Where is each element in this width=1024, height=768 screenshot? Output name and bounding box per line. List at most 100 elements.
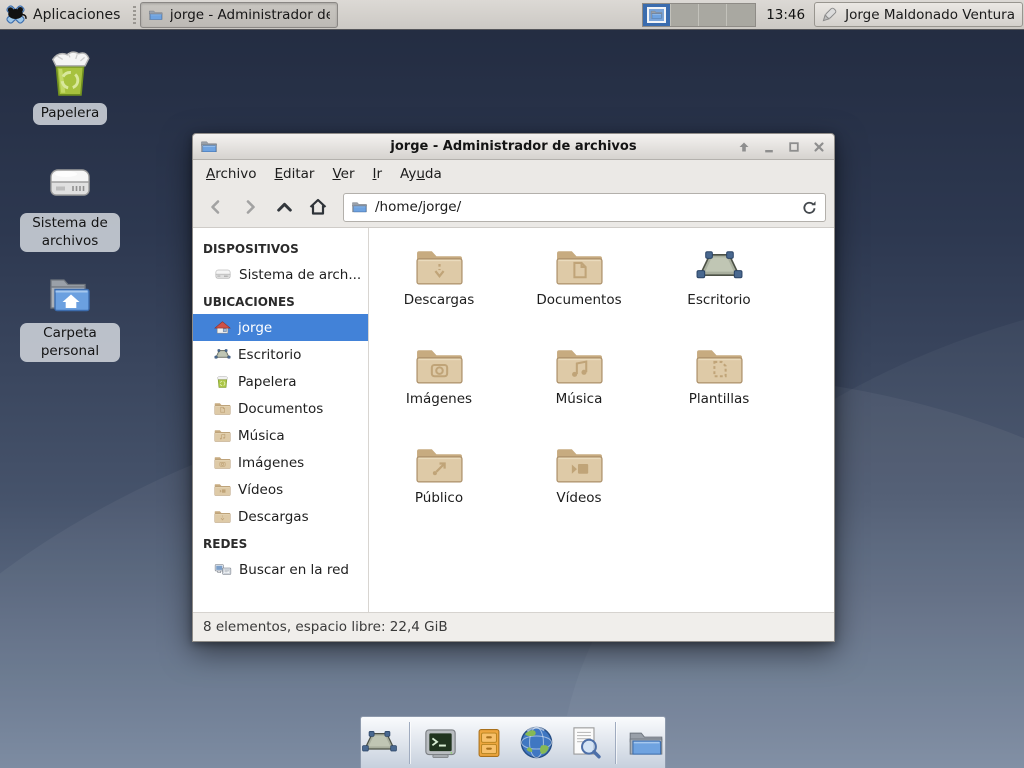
- location-path[interactable]: /home/jorge/: [375, 199, 794, 215]
- workspace-window-preview: [647, 7, 666, 23]
- desktop-icon-home-folder[interactable]: Carpeta personal: [12, 270, 128, 362]
- folder-icon: [351, 200, 368, 214]
- shade-button[interactable]: [736, 139, 752, 155]
- window-titlebar[interactable]: jorge - Administrador de archivos: [193, 134, 834, 160]
- dock-separator: [409, 722, 410, 764]
- desktop-icon-filesystem[interactable]: Sistema de archivos: [12, 160, 128, 252]
- web-browser-globe-icon: [518, 724, 555, 761]
- folder-downloads-icon: [415, 246, 464, 287]
- folder-public-icon: [415, 444, 464, 485]
- home-button[interactable]: [303, 193, 333, 222]
- file-manager-window: jorge - Administrador de archivos Archiv…: [192, 133, 835, 642]
- home-folder-icon: [45, 270, 95, 318]
- clock[interactable]: 13:46: [766, 7, 805, 23]
- folder-music-icon: [214, 428, 231, 443]
- taskbar-window-label: jorge - Administrador de...: [170, 7, 331, 23]
- menu-archivo[interactable]: Archivo: [197, 162, 265, 186]
- trash-icon: [214, 374, 231, 389]
- sidebar-header-places: UBICACIONES: [193, 288, 368, 314]
- status-text: 8 elementos, espacio libre: 22,4 GiB: [203, 619, 448, 635]
- file-icon-view[interactable]: Descargas Documentos Escritorio Imágenes…: [369, 228, 834, 612]
- reload-icon[interactable]: [801, 199, 818, 216]
- file-cabinet-icon: [472, 725, 506, 761]
- file-musica[interactable]: Música: [509, 341, 649, 440]
- sidebar-item-descargas[interactable]: Descargas: [193, 503, 368, 530]
- web-browser-launcher[interactable]: [518, 722, 555, 764]
- search-document-icon: [567, 724, 604, 761]
- toolbar: /home/jorge/: [193, 187, 834, 228]
- file-documentos[interactable]: Documentos: [509, 242, 649, 341]
- applications-menu-label: Aplicaciones: [33, 7, 120, 23]
- workspace-3[interactable]: [699, 4, 727, 26]
- folder-pictures-icon: [415, 345, 464, 386]
- terminal-launcher[interactable]: [421, 722, 458, 764]
- hard-drive-icon: [45, 160, 95, 208]
- workspace-4[interactable]: [727, 4, 755, 26]
- workspace-2[interactable]: [671, 4, 699, 26]
- file-manager-launcher[interactable]: [627, 722, 665, 764]
- top-panel: Aplicaciones jorge - Administrador de...…: [0, 0, 1024, 30]
- search-files-launcher[interactable]: [567, 722, 604, 764]
- menu-ir[interactable]: Ir: [364, 162, 392, 186]
- menu-ver[interactable]: Ver: [323, 162, 363, 186]
- sidebar: DISPOSITIVOS Sistema de arch... UBICACIO…: [193, 228, 369, 612]
- statusbar: 8 elementos, espacio libre: 22,4 GiB: [193, 612, 834, 641]
- menu-editar[interactable]: Editar: [265, 162, 323, 186]
- file-cabinet-launcher[interactable]: [470, 722, 507, 764]
- user-name: Jorge Maldonado Ventura: [845, 7, 1015, 23]
- up-button[interactable]: [269, 193, 299, 222]
- folder-templates-icon: [695, 345, 744, 386]
- terminal-icon: [422, 725, 459, 761]
- trash-full-icon: [45, 48, 95, 98]
- workspace-switcher: [642, 3, 756, 27]
- maximize-button[interactable]: [786, 139, 802, 155]
- folder-documents-icon: [214, 401, 231, 416]
- file-plantillas[interactable]: Plantillas: [649, 341, 789, 440]
- file-manager-icon: [650, 9, 663, 20]
- workspace-1[interactable]: [643, 4, 671, 26]
- sidebar-item-buscar-red[interactable]: Buscar en la red: [193, 556, 368, 583]
- sidebar-item-musica[interactable]: Música: [193, 422, 368, 449]
- sidebar-item-escritorio[interactable]: Escritorio: [193, 341, 368, 368]
- show-desktop-icon: [361, 727, 398, 758]
- user-action-icon: [819, 5, 839, 25]
- desktop-icon-label: Papelera: [33, 103, 108, 125]
- desktop-icon: [695, 246, 744, 287]
- drive-icon: [214, 267, 232, 282]
- desktop-icon-trash[interactable]: Papelera: [12, 48, 128, 125]
- desktop-icon: [214, 347, 231, 362]
- minimize-button[interactable]: [761, 139, 777, 155]
- desktop-icon-label: Sistema de archivos: [20, 213, 120, 252]
- bottom-dock: [360, 716, 666, 768]
- sidebar-item-papelera[interactable]: Papelera: [193, 368, 368, 395]
- menu-ayuda[interactable]: Ayuda: [391, 162, 451, 186]
- home-icon: [214, 320, 231, 335]
- sidebar-header-network: REDES: [193, 530, 368, 556]
- xfce-logo-icon: [4, 3, 27, 26]
- network-icon: [214, 562, 232, 577]
- sidebar-item-filesystem[interactable]: Sistema de arch...: [193, 261, 368, 288]
- show-desktop-button[interactable]: [361, 722, 398, 764]
- close-button[interactable]: [811, 139, 827, 155]
- location-bar[interactable]: /home/jorge/: [343, 193, 826, 222]
- tasklist-grip: [131, 6, 137, 24]
- forward-button[interactable]: [235, 193, 265, 222]
- file-descargas[interactable]: Descargas: [369, 242, 509, 341]
- user-actions-button[interactable]: Jorge Maldonado Ventura: [814, 2, 1023, 27]
- folder-pictures-icon: [214, 455, 231, 470]
- file-escritorio[interactable]: Escritorio: [649, 242, 789, 341]
- sidebar-item-documentos[interactable]: Documentos: [193, 395, 368, 422]
- desktop-icon-label: Carpeta personal: [20, 323, 120, 362]
- back-button[interactable]: [201, 193, 231, 222]
- dock-separator: [615, 722, 616, 764]
- sidebar-item-imagenes[interactable]: Imágenes: [193, 449, 368, 476]
- applications-menu[interactable]: Aplicaciones: [0, 2, 128, 28]
- sidebar-item-jorge[interactable]: jorge: [193, 314, 368, 341]
- folder-videos-icon: [555, 444, 604, 485]
- folder-music-icon: [555, 345, 604, 386]
- file-publico[interactable]: Público: [369, 440, 509, 539]
- file-imagenes[interactable]: Imágenes: [369, 341, 509, 440]
- file-videos[interactable]: Vídeos: [509, 440, 649, 539]
- sidebar-item-videos[interactable]: Vídeos: [193, 476, 368, 503]
- taskbar-window-button[interactable]: jorge - Administrador de...: [140, 2, 338, 28]
